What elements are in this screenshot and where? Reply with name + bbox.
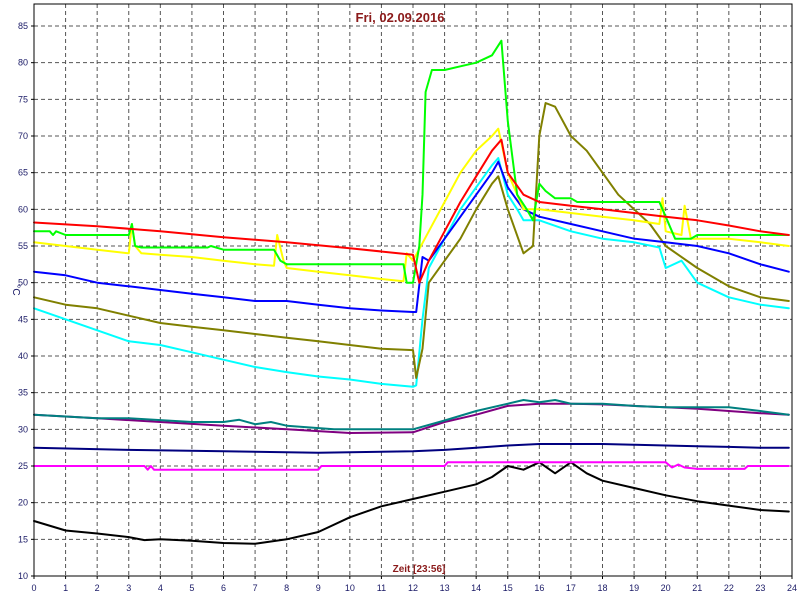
series-line-2 — [33, 443, 790, 454]
x-tick-label-21: 21 — [692, 583, 702, 593]
x-tick-label-17: 17 — [566, 583, 576, 593]
y-tick-label-13: 75 — [18, 94, 28, 104]
y-tick-label-5: 35 — [18, 388, 28, 398]
x-tick-label-4: 4 — [158, 583, 163, 593]
x-tick-label-1: 1 — [63, 583, 68, 593]
y-tick-label-3: 25 — [18, 461, 28, 471]
x-tick-label-3: 3 — [126, 583, 131, 593]
y-tick-label-15: 85 — [18, 21, 28, 31]
grid — [34, 4, 792, 577]
y-tick-label-12: 70 — [18, 131, 28, 141]
series-line-7 — [33, 160, 790, 313]
x-tick-label-15: 15 — [503, 583, 513, 593]
series-line-5 — [33, 157, 790, 388]
series-line-10 — [33, 138, 790, 284]
x-tick-label-11: 11 — [377, 583, 386, 593]
y-tick-label-10: 60 — [18, 204, 28, 214]
series-line-4 — [33, 399, 790, 431]
x-tick-label-13: 13 — [440, 583, 450, 593]
chart-title: Fri, 02.09.2016 — [356, 10, 445, 25]
y-tick-label-14: 80 — [18, 58, 28, 68]
x-tick-label-2: 2 — [95, 583, 100, 593]
y-tick-label-6: 40 — [18, 351, 28, 361]
x-tick-label-5: 5 — [189, 583, 194, 593]
y-axis-label: °C — [10, 284, 21, 295]
x-tick-label-14: 14 — [471, 583, 481, 593]
x-tick-label-8: 8 — [284, 583, 289, 593]
y-tick-label-11: 65 — [18, 168, 28, 178]
y-tick-label-1: 15 — [18, 534, 28, 544]
series-lines — [33, 39, 790, 545]
y-tick-label-9: 55 — [18, 241, 28, 251]
y-tick-label-7: 45 — [18, 314, 28, 324]
x-tick-label-6: 6 — [221, 583, 226, 593]
x-tick-label-23: 23 — [755, 583, 765, 593]
x-axis-label: Zeit [23:56] — [393, 564, 446, 575]
y-tick-label-2: 20 — [18, 498, 28, 508]
x-tick-label-19: 19 — [629, 583, 639, 593]
x-tick-label-0: 0 — [31, 583, 36, 593]
x-tick-label-12: 12 — [408, 583, 418, 593]
axes: 101520253035404550556065707580850 1 2 3 4 5 6 7… — [18, 3, 797, 593]
x-tick-label-20: 20 — [661, 583, 671, 593]
x-tick-label-9: 9 — [316, 583, 321, 593]
x-tick-label-18: 18 — [597, 583, 607, 593]
series-line-6 — [33, 102, 790, 379]
y-tick-label-0: 10 — [18, 571, 28, 581]
x-tick-label-16: 16 — [534, 583, 544, 593]
y-tick-label-4: 30 — [18, 424, 28, 434]
x-tick-label-10: 10 — [345, 583, 355, 593]
x-tick-label-22: 22 — [724, 583, 734, 593]
x-tick-label-24: 24 — [787, 583, 797, 593]
series-line-8 — [33, 127, 790, 283]
temperature-chart: 101520253035404550556065707580850 1 2 3 4 5 6 7… — [10, 3, 797, 593]
x-tick-label-7: 7 — [253, 583, 258, 593]
